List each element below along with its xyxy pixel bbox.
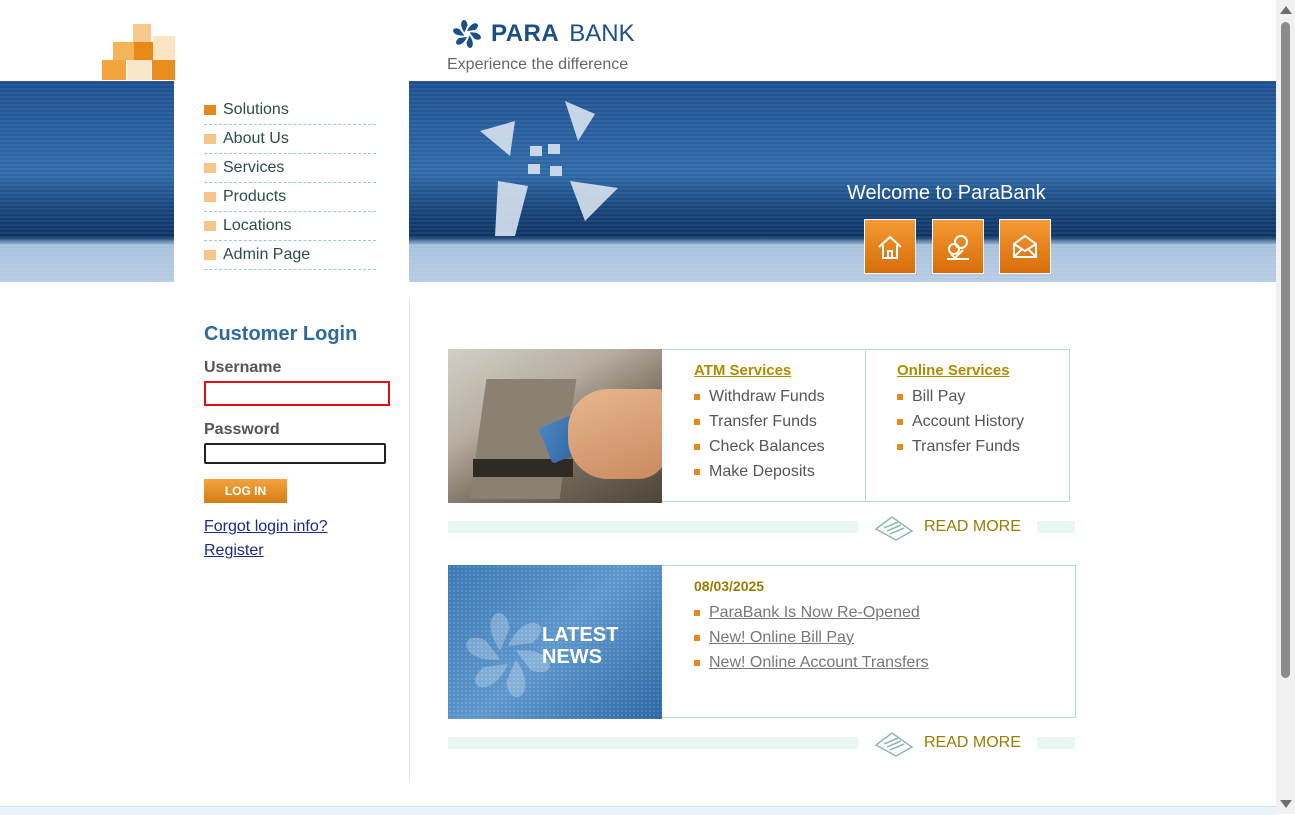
home-icon xyxy=(878,235,902,259)
nav-item-solutions[interactable]: Solutions xyxy=(204,96,376,125)
brand-logo[interactable]: PARA BANK xyxy=(447,14,635,54)
document-icon xyxy=(874,516,914,541)
contact-button[interactable] xyxy=(932,219,984,274)
forgot-login-link[interactable]: Forgot login info? xyxy=(204,518,328,536)
bullet-icon xyxy=(897,393,903,400)
list-item[interactable]: Check Balances xyxy=(694,434,825,459)
atm-services-link[interactable]: ATM Services xyxy=(694,362,791,379)
bullet-icon xyxy=(694,393,700,400)
nav-item-products[interactable]: Products xyxy=(204,183,376,212)
list-item[interactable]: Transfer Funds xyxy=(897,434,1024,459)
nav-item-about-us[interactable]: About Us xyxy=(204,125,376,154)
bullet-icon xyxy=(204,221,216,231)
column-divider xyxy=(409,300,410,780)
welcome-text: Welcome to ParaBank xyxy=(847,182,1046,204)
nav-item-locations[interactable]: Locations xyxy=(204,212,376,241)
news-date: 08/03/2025 xyxy=(694,578,765,594)
bullet-icon xyxy=(204,192,216,202)
news-item[interactable]: New! Online Bill Pay xyxy=(694,625,929,650)
left-nav: Solutions About Us Services Products Loc… xyxy=(204,96,376,270)
list-item[interactable]: Make Deposits xyxy=(694,459,825,484)
online-services-list: Bill Pay Account History Transfer Funds xyxy=(897,384,1024,459)
atm-image xyxy=(448,349,662,503)
mail-button[interactable] xyxy=(999,219,1051,274)
bullet-icon xyxy=(204,105,216,115)
services-divider xyxy=(865,350,866,501)
news-list: ParaBank Is Now Re-Opened New! Online Bi… xyxy=(694,600,929,675)
register-link[interactable]: Register xyxy=(204,542,264,560)
banner-graphic xyxy=(480,101,618,236)
pinwheel-logo-icon xyxy=(453,19,481,49)
list-item[interactable]: Bill Pay xyxy=(897,384,1024,409)
bullet-icon xyxy=(897,418,903,425)
news-item[interactable]: ParaBank Is Now Re-Opened xyxy=(694,600,929,625)
brand-bank: BANK xyxy=(569,20,635,47)
brand-para: PARA xyxy=(491,20,560,47)
scroll-thumb[interactable] xyxy=(1281,22,1290,678)
atm-services-list: Withdraw Funds Transfer Funds Check Bala… xyxy=(694,384,825,484)
bullet-icon xyxy=(694,634,700,641)
document-icon xyxy=(874,732,914,757)
contact-icon xyxy=(947,234,969,260)
login-title: Customer Login xyxy=(204,323,358,345)
username-input[interactable] xyxy=(204,381,390,406)
news-item[interactable]: New! Online Account Transfers xyxy=(694,650,929,675)
list-item[interactable]: Account History xyxy=(897,409,1024,434)
bullet-icon xyxy=(694,659,700,666)
login-button[interactable]: LOG IN xyxy=(204,479,287,503)
nav-item-admin-page[interactable]: Admin Page xyxy=(204,241,376,270)
bullet-icon xyxy=(694,418,700,425)
username-label: Username xyxy=(204,359,282,376)
decorative-mosaic xyxy=(100,24,176,80)
read-more-news-link[interactable]: READ MORE xyxy=(858,728,1037,758)
home-button[interactable] xyxy=(864,219,916,274)
list-item[interactable]: Withdraw Funds xyxy=(694,384,825,409)
mail-icon xyxy=(1013,234,1037,258)
password-label: Password xyxy=(204,421,280,438)
scroll-up-icon[interactable] xyxy=(1280,6,1292,14)
bullet-icon xyxy=(897,443,903,450)
bullet-icon xyxy=(694,443,700,450)
bullet-icon xyxy=(694,468,700,475)
read-more-services-link[interactable]: READ MORE xyxy=(858,512,1037,542)
bullet-icon xyxy=(204,134,216,144)
nav-item-services[interactable]: Services xyxy=(204,154,376,183)
password-input[interactable] xyxy=(204,443,386,464)
list-item[interactable]: Transfer Funds xyxy=(694,409,825,434)
bullet-icon xyxy=(204,163,216,173)
tagline: Experience the difference xyxy=(447,56,629,73)
vertical-scrollbar[interactable] xyxy=(1276,0,1295,814)
scroll-down-icon[interactable] xyxy=(1280,800,1292,808)
online-services-link[interactable]: Online Services xyxy=(897,362,1010,379)
latest-news-title: LATEST NEWS xyxy=(542,624,619,668)
bullet-icon xyxy=(694,609,700,616)
bullet-icon xyxy=(204,250,216,260)
